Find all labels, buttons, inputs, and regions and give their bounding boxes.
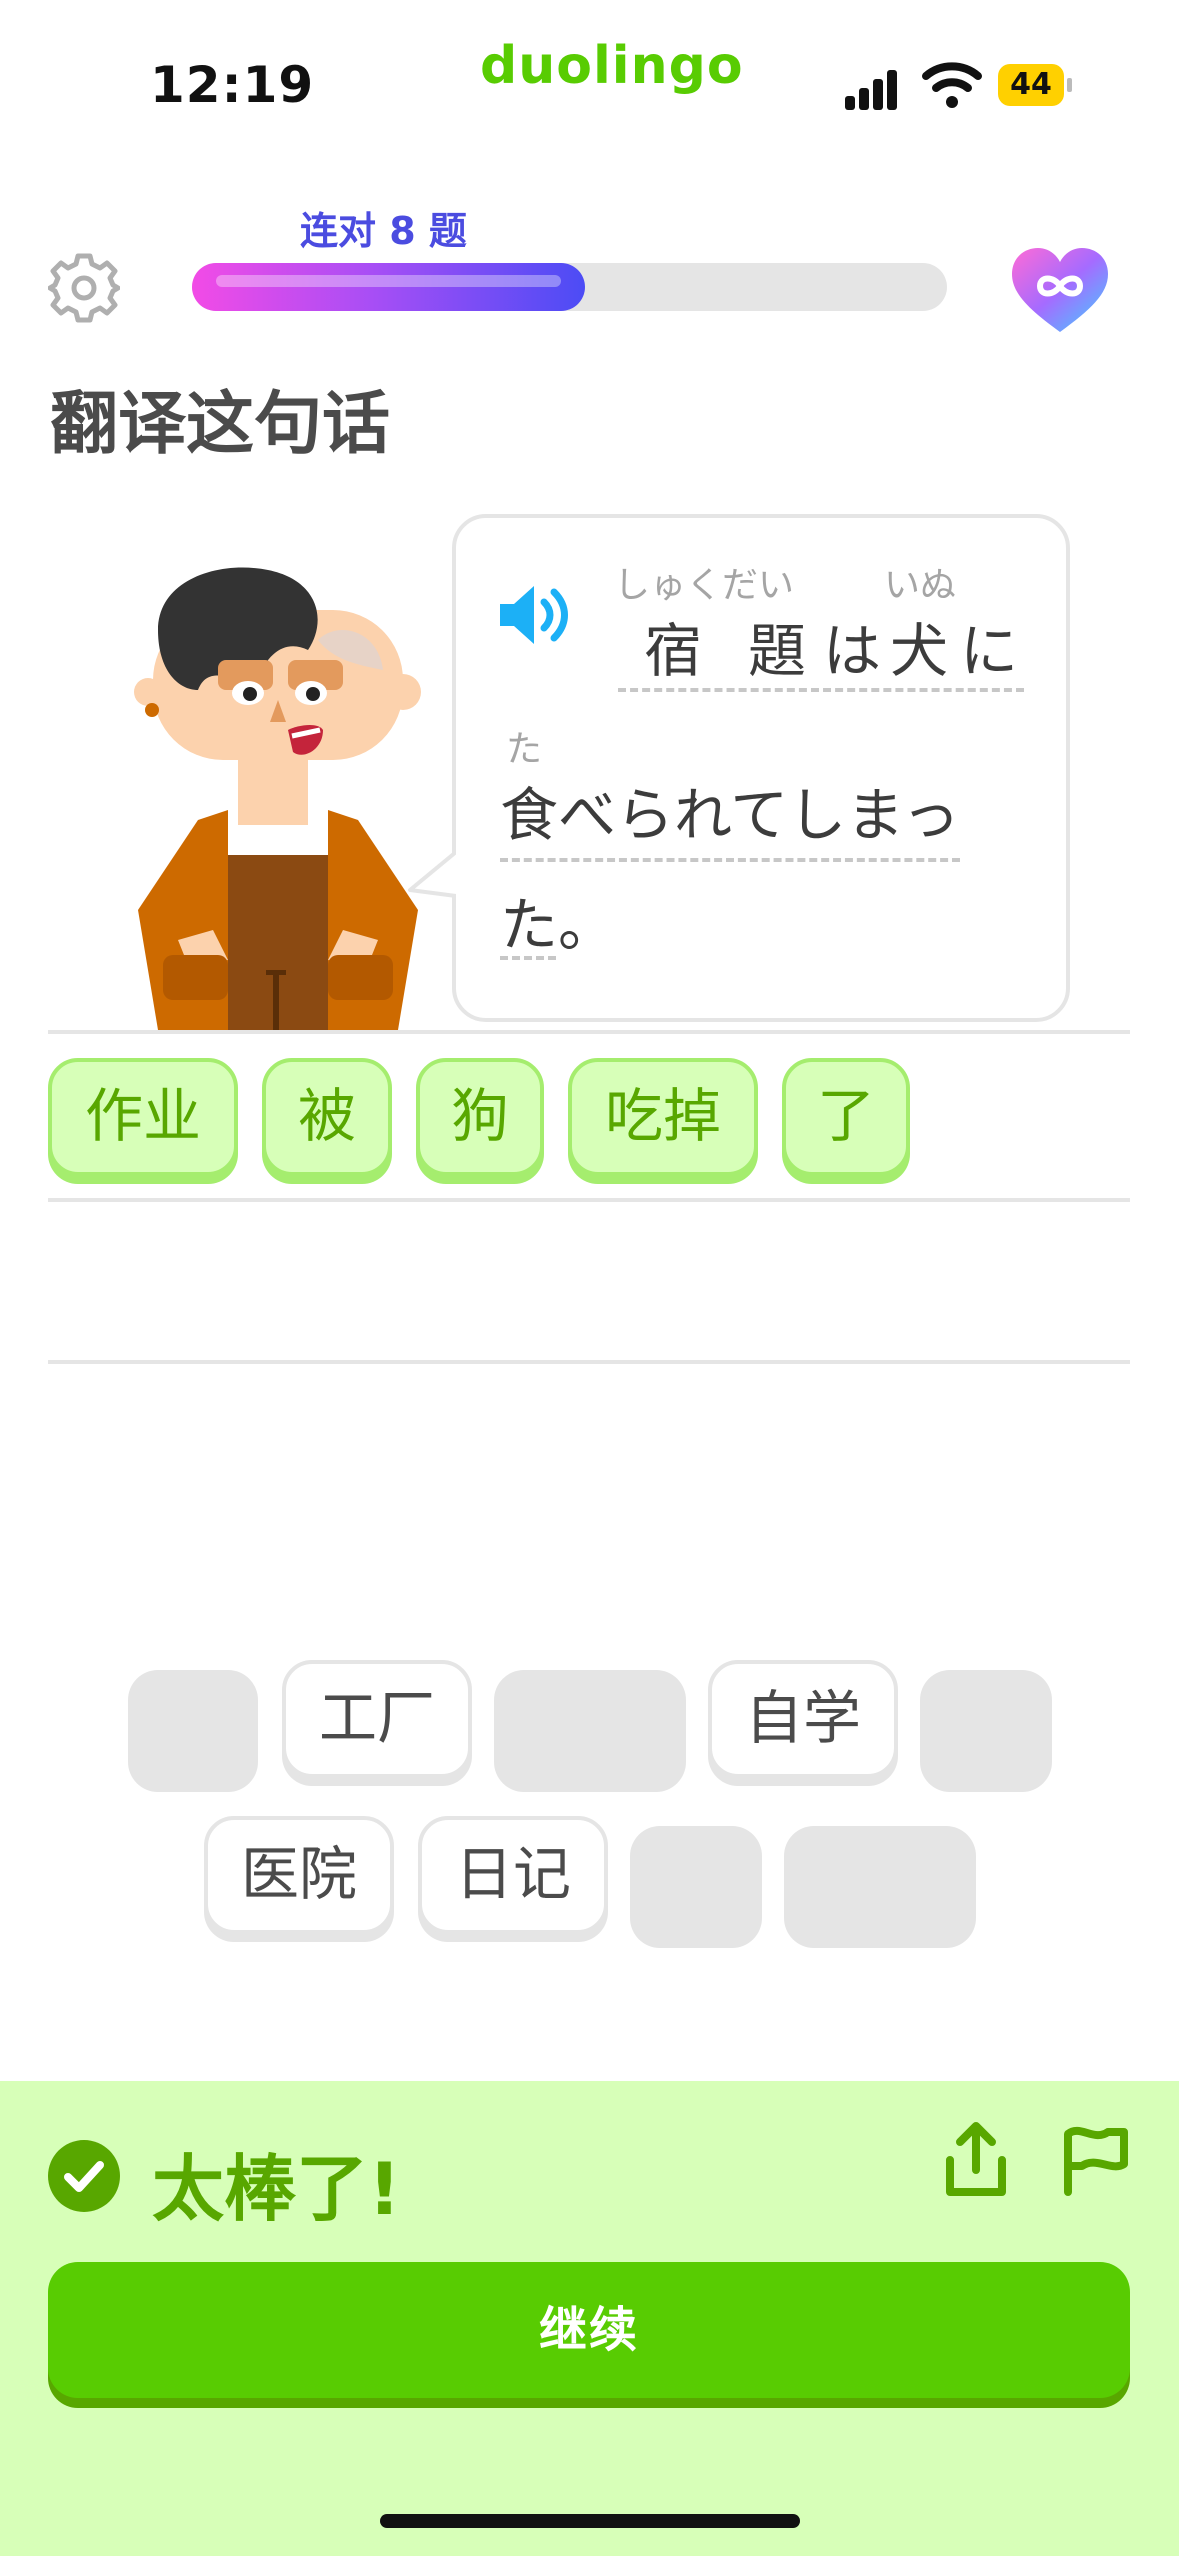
furigana-shukudai: しゅくだい xyxy=(614,565,795,606)
streak-label: 连对 8 题 xyxy=(300,209,467,253)
battery-icon: 44 xyxy=(998,64,1072,106)
flag-icon[interactable] xyxy=(1060,2120,1132,2200)
feedback-message: 太棒了! xyxy=(152,2147,401,2231)
character-illustration xyxy=(134,567,421,1030)
signal-icon xyxy=(845,66,909,110)
answer-line-3 xyxy=(48,1360,1130,1364)
kanji-inu: 犬 xyxy=(890,617,949,685)
status-time: 12:19 xyxy=(150,56,315,114)
share-icon[interactable] xyxy=(940,2120,1012,2200)
continue-button[interactable]: 继续 xyxy=(48,2262,1130,2398)
speech-bubble-tail xyxy=(408,850,462,906)
furigana-inu: いぬ xyxy=(884,565,957,606)
lesson-progress-bar xyxy=(192,263,947,311)
answer-tile[interactable]: 作业 xyxy=(48,1058,238,1176)
infinite-heart-icon[interactable] xyxy=(1010,246,1110,336)
kana-wa: は xyxy=(823,617,882,685)
word-bank-slot-empty xyxy=(784,1826,976,1948)
answer-tile[interactable]: 被 xyxy=(262,1058,392,1176)
answer-line-2 xyxy=(48,1198,1130,1202)
word-bank-slot-empty xyxy=(494,1670,686,1792)
word-bank-slot-empty xyxy=(630,1826,762,1948)
answer-line-1 xyxy=(48,1030,1130,1034)
kana-ni: に xyxy=(960,617,1019,685)
word-bank-tile[interactable]: 自学 xyxy=(708,1660,898,1778)
wifi-icon xyxy=(922,62,982,108)
gear-icon[interactable] xyxy=(48,252,120,324)
answer-tile[interactable]: 了 xyxy=(782,1058,910,1176)
answer-tile[interactable]: 狗 xyxy=(416,1058,544,1176)
app-brand-title: duolingo xyxy=(480,36,744,96)
home-indicator xyxy=(380,2514,800,2528)
speaker-icon[interactable] xyxy=(496,580,576,650)
lesson-progress-fill xyxy=(192,263,585,311)
kanji-shuku: 宿 xyxy=(644,617,703,685)
word-bank-tile[interactable]: 医院 xyxy=(204,1816,394,1934)
battery-level: 44 xyxy=(998,64,1064,106)
check-icon xyxy=(48,2140,120,2212)
page-title: 翻译这句话 xyxy=(50,385,391,464)
prompt-word-line2[interactable]: 食べられてしまっ xyxy=(500,768,960,862)
word-bank-tile[interactable]: 日记 xyxy=(418,1816,608,1934)
prompt-word-line3: た。 xyxy=(500,891,617,959)
word-bank-tile[interactable]: 工厂 xyxy=(282,1660,472,1778)
furigana-ta: た xyxy=(506,729,543,770)
word-bank-slot-empty xyxy=(128,1670,258,1792)
word-bank-slot-empty xyxy=(920,1670,1052,1792)
kanji-dai: 題 xyxy=(748,617,807,685)
answer-tile[interactable]: 吃掉 xyxy=(568,1058,758,1176)
